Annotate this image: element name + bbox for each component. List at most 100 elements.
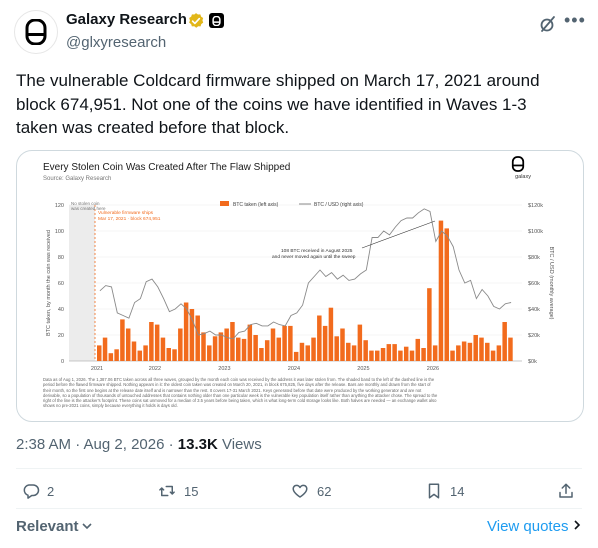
bar	[276, 337, 282, 361]
timestamp-text[interactable]: 2:38 AM · Aug 2, 2026 ·	[16, 436, 178, 453]
bar	[270, 328, 276, 361]
bar	[438, 220, 444, 361]
bar	[149, 322, 154, 361]
author-name[interactable]: Galaxy Research	[66, 11, 187, 28]
author-handle[interactable]: @glxyresearch	[66, 34, 166, 51]
bar	[224, 328, 229, 361]
grok-icon[interactable]	[538, 14, 558, 34]
divider	[16, 508, 582, 509]
bookmark-button[interactable]: 14	[425, 482, 464, 500]
bar	[282, 325, 287, 361]
bar	[334, 336, 339, 361]
share-button[interactable]	[557, 482, 582, 500]
bar	[241, 338, 247, 361]
y-tick-label: 80	[58, 255, 64, 261]
annotation-label: 108 BTC received in August 2025	[281, 248, 353, 254]
release-marker-label: Mar 17, 2021 · block 674,951	[98, 216, 161, 222]
verified-badge-icon[interactable]	[187, 12, 205, 30]
more-options-icon[interactable]: •••	[564, 11, 586, 29]
bar	[456, 345, 461, 361]
bar	[230, 322, 235, 361]
divider	[16, 468, 582, 469]
bar	[207, 345, 212, 361]
bar	[432, 345, 438, 361]
bar	[392, 344, 397, 361]
bar	[178, 328, 183, 361]
reply-icon	[23, 484, 40, 499]
bar	[253, 335, 258, 361]
y2-tick-label: $60k	[528, 281, 540, 287]
bar	[375, 350, 380, 361]
media-card[interactable]: Every Stolen Coin Was Created After The …	[16, 150, 584, 422]
bar	[247, 324, 253, 361]
bar	[166, 348, 171, 361]
views-count: 13.3K	[177, 436, 218, 453]
relevant-sort-button[interactable]: Relevant	[16, 518, 93, 535]
bar	[236, 337, 241, 361]
bar	[502, 322, 507, 361]
bar	[380, 348, 386, 361]
bar	[473, 335, 478, 361]
tweet-timestamp[interactable]: 2:38 AM · Aug 2, 2026 · 13.3K Views	[16, 436, 262, 453]
release-marker-label: Vulnerable firmware ships	[98, 210, 154, 216]
chevron-right-icon	[574, 520, 581, 530]
like-button[interactable]: 62	[290, 482, 331, 500]
bar	[479, 337, 484, 361]
bar	[172, 349, 177, 361]
legend-line-label: BTC / USD (right axis)	[314, 202, 364, 208]
bar	[108, 353, 114, 361]
bar	[102, 337, 108, 361]
y-tick-label: 120	[55, 203, 64, 209]
bar	[398, 350, 403, 361]
view-quotes-label: View quotes	[487, 518, 569, 535]
x-tick-label: 2021	[91, 366, 103, 372]
bar	[357, 324, 363, 361]
bar	[288, 325, 293, 361]
reply-button[interactable]: 2	[22, 482, 54, 500]
bar	[160, 337, 166, 361]
bar	[363, 340, 368, 361]
bar	[125, 328, 131, 361]
views-label: Views	[217, 436, 262, 453]
y2-tick-label: $80k	[528, 255, 540, 261]
annotation-arrow	[361, 220, 436, 249]
legend-bar-label: BTC taken (left axis)	[233, 202, 279, 208]
bar	[195, 315, 200, 361]
legend-bar-swatch	[220, 201, 229, 206]
bar	[317, 315, 322, 361]
x-tick-label: 2022	[149, 366, 161, 372]
repost-button[interactable]: 15	[157, 482, 198, 500]
heart-icon	[292, 484, 308, 498]
tweet-text: The vulnerable Coldcard firmware shipped…	[16, 71, 540, 137]
bar	[386, 344, 392, 361]
bar	[322, 325, 328, 361]
avatar[interactable]	[14, 10, 58, 54]
bar	[120, 319, 125, 361]
view-quotes-link[interactable]: View quotes	[487, 518, 582, 535]
bar	[415, 338, 421, 361]
bar	[259, 348, 264, 361]
bar	[409, 350, 415, 361]
relevant-label: Relevant	[16, 518, 79, 535]
like-count: 62	[317, 483, 332, 499]
x-tick-label: 2026	[427, 366, 439, 372]
bar	[299, 342, 305, 361]
bar	[490, 350, 496, 361]
bar	[154, 324, 160, 361]
y2-axis-label: BTC / USD (monthly average)	[548, 246, 554, 319]
bar	[143, 345, 148, 361]
bar	[97, 345, 102, 361]
share-icon	[559, 483, 573, 498]
price-line	[99, 208, 512, 340]
bar	[369, 350, 374, 361]
bar	[346, 342, 351, 361]
bar	[137, 350, 143, 361]
x-tick-label: 2025	[357, 366, 369, 372]
affiliate-logo-icon[interactable]	[209, 13, 224, 28]
bar	[444, 228, 449, 361]
bar	[421, 348, 426, 361]
y-axis-label: BTC taken, by month the coin was receive…	[46, 230, 52, 336]
bar	[293, 351, 299, 361]
bar	[427, 288, 432, 361]
bar	[218, 332, 224, 361]
